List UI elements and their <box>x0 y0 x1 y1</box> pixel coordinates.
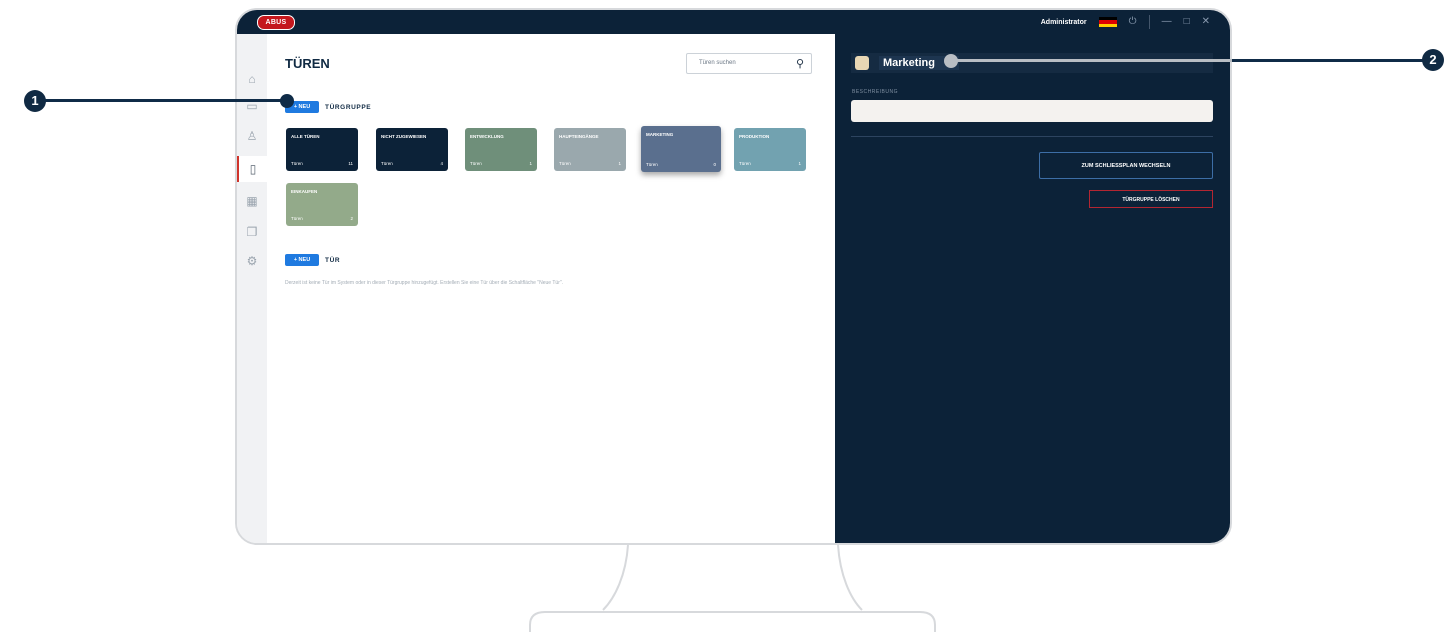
devices-icon[interactable]: ❐ <box>243 223 261 241</box>
search-input[interactable]: Türen suchen ⚲ <box>686 53 812 74</box>
door-group-count: 2 <box>350 216 353 221</box>
new-door-button[interactable]: + NEU <box>285 254 319 266</box>
door-group-name: PRODUKTION <box>739 134 770 139</box>
search-icon[interactable]: ⚲ <box>796 57 804 70</box>
panel-divider <box>851 136 1213 137</box>
door-group-name: HAUPTEINGÄNGE <box>559 134 599 139</box>
home-icon[interactable]: ⌂ <box>243 70 261 88</box>
group-detail-panel: Marketing BESCHREIBUNG ZUM SCHLIESSPLAN … <box>835 34 1230 543</box>
door-group-name: EINKAUFEN <box>291 189 318 194</box>
user-name[interactable]: Administrator <box>1041 19 1087 26</box>
german-flag-icon[interactable] <box>1098 17 1117 27</box>
door-group-section-label: TÜRGRUPPE <box>325 104 372 111</box>
power-icon[interactable]: ⏻ <box>1129 10 1137 34</box>
doors-page: TÜREN Türen suchen ⚲ + NEU TÜRGRUPPE ALL… <box>267 34 835 543</box>
door-group-sub: Türen <box>646 162 658 167</box>
callout-line-2 <box>1232 59 1426 62</box>
door-icon[interactable]: ▯ <box>237 156 267 182</box>
callout-badge-2: 2 <box>1422 49 1444 71</box>
switch-to-lockplan-button[interactable]: ZUM SCHLIESSPLAN WECHSELN <box>1039 152 1213 179</box>
door-group-name: ALLE TÜREN <box>291 134 320 139</box>
sidebar: ⌂ ▭ ♙ ▯ ▦ ❐ ⚙ <box>237 34 267 543</box>
door-group-count: 1 <box>618 161 621 166</box>
user-icon[interactable]: ♙ <box>243 127 261 145</box>
maximize-icon[interactable]: □ <box>1184 10 1190 34</box>
minimize-icon[interactable]: — <box>1162 10 1172 34</box>
door-group-card[interactable]: EINKAUFEN Türen 2 <box>286 183 358 226</box>
door-group-sub: Türen <box>739 161 751 166</box>
door-group-sub: Türen <box>291 161 303 166</box>
delete-group-button[interactable]: TÜRGRUPPE LÖSCHEN <box>1089 190 1213 208</box>
app-titlebar: ABUS Administrator ⏻ — □ ✕ <box>237 10 1230 34</box>
door-group-sub: Türen <box>381 161 393 166</box>
door-group-card[interactable]: NICHT ZUGEWIESEN Türen 4 <box>376 128 448 171</box>
callout-badge-1: 1 <box>24 90 46 112</box>
door-group-count: 0 <box>713 162 716 167</box>
group-color-swatch[interactable] <box>855 56 869 70</box>
door-group-card[interactable]: MARKETING Türen 0 <box>641 126 721 172</box>
titlebar-controls: Administrator ⏻ — □ ✕ <box>1041 10 1210 34</box>
door-group-card[interactable]: PRODUKTION Türen 1 <box>734 128 806 171</box>
page-title: TÜREN <box>285 56 330 71</box>
door-group-sub: Türen <box>559 161 571 166</box>
door-group-name: NICHT ZUGEWIESEN <box>381 134 427 139</box>
door-group-name: ENTWICKLUNG <box>470 134 504 139</box>
description-label: BESCHREIBUNG <box>852 89 899 95</box>
search-placeholder: Türen suchen <box>699 60 736 66</box>
callout-line-1 <box>44 99 284 102</box>
door-group-sub: Türen <box>470 161 482 166</box>
settings-icon[interactable]: ⚙ <box>243 252 261 270</box>
door-group-count: 11 <box>348 161 353 166</box>
abus-logo: ABUS <box>257 15 295 30</box>
door-group-count: 1 <box>798 161 801 166</box>
door-group-count: 4 <box>440 161 443 166</box>
door-group-card[interactable]: ENTWICKLUNG Türen 1 <box>465 128 537 171</box>
empty-doors-hint: Derzeit ist keine Tür im System oder in … <box>285 280 564 286</box>
schedule-icon[interactable]: ▦ <box>243 192 261 210</box>
door-group-card[interactable]: HAUPTEINGÄNGE Türen 1 <box>554 128 626 171</box>
description-field[interactable] <box>851 100 1213 122</box>
group-header: Marketing <box>851 53 1213 73</box>
door-group-card[interactable]: ALLE TÜREN Türen 11 <box>286 128 358 171</box>
titlebar-divider <box>1148 15 1150 29</box>
door-group-sub: Türen <box>291 216 303 221</box>
door-section-label: TÜR <box>325 257 341 264</box>
close-icon[interactable]: ✕ <box>1202 10 1210 34</box>
callout-dot-1 <box>280 94 294 108</box>
door-group-count: 1 <box>529 161 532 166</box>
monitor-screen: ABUS Administrator ⏻ — □ ✕ ⌂ ▭ ♙ ▯ ▦ ❐ ⚙… <box>235 8 1232 545</box>
door-group-name: MARKETING <box>646 132 674 137</box>
